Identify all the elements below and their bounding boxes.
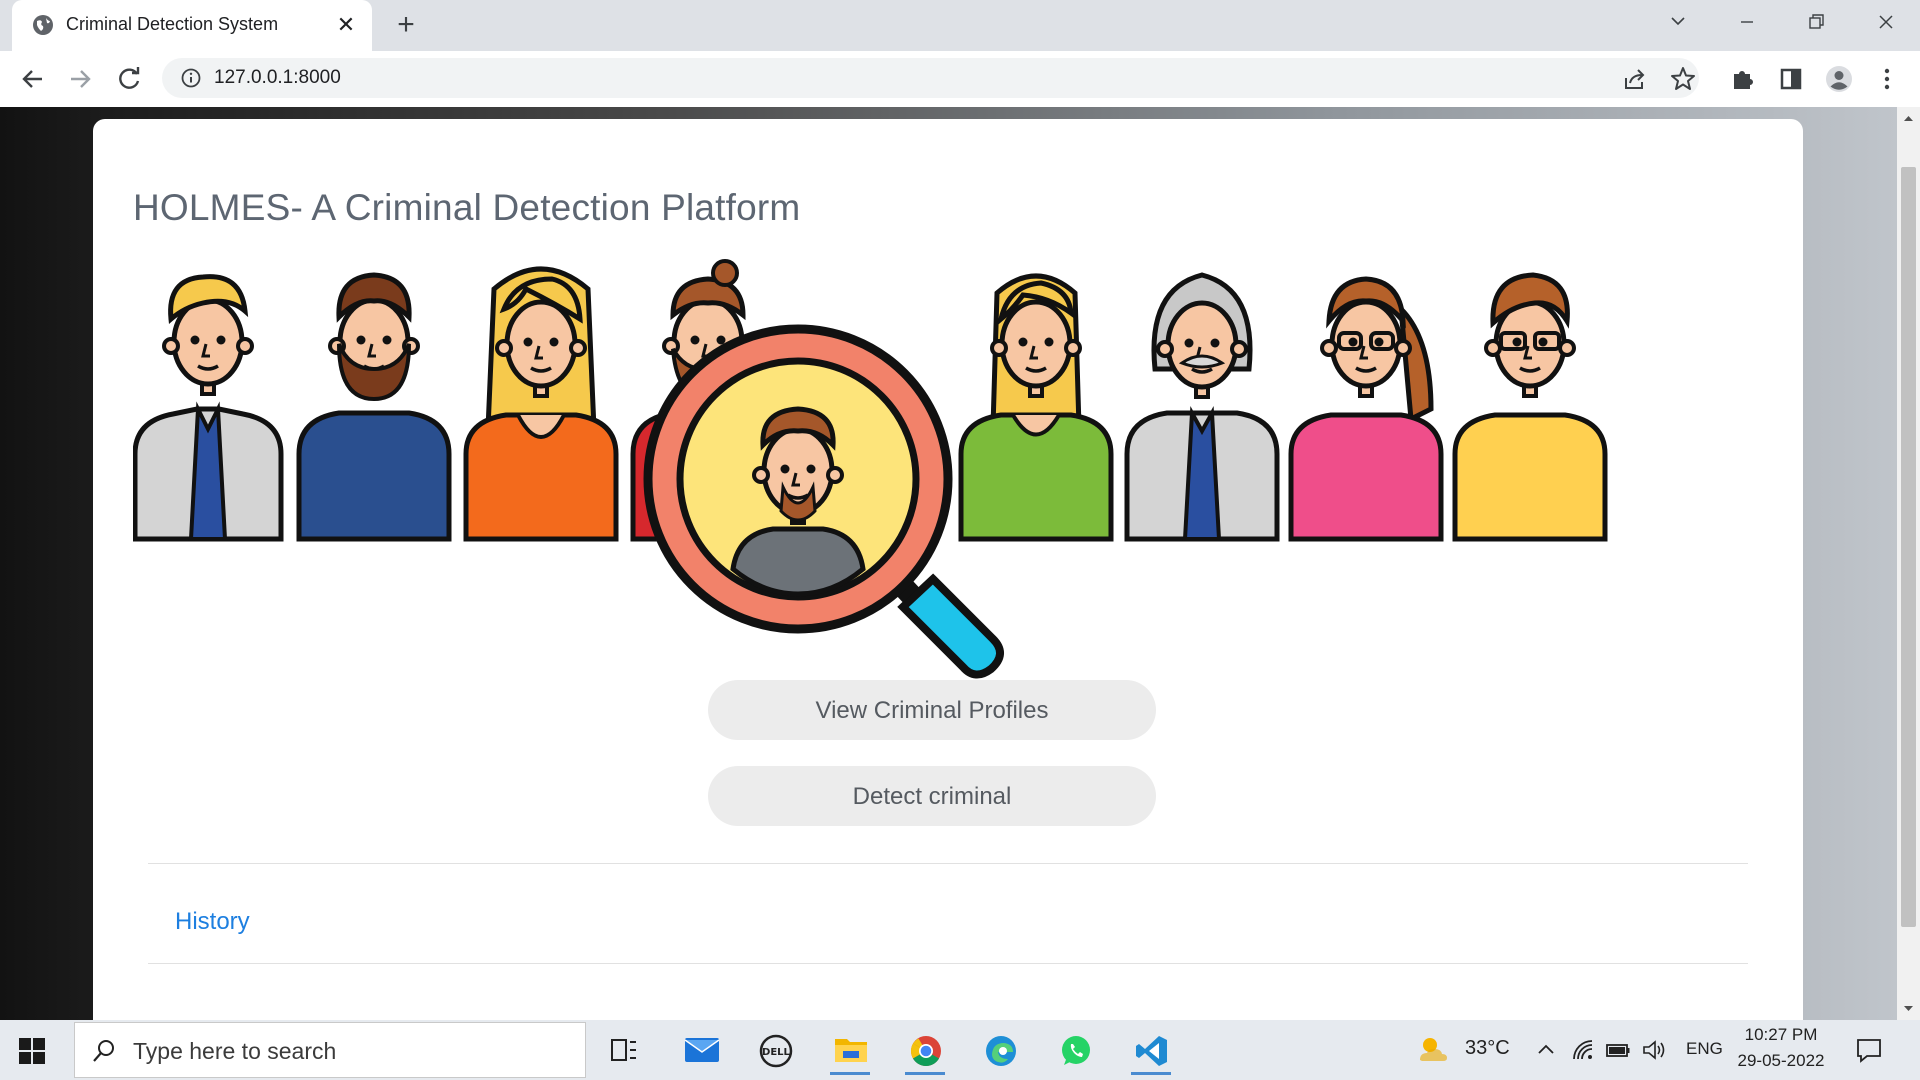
new-tab-button[interactable]: +	[390, 10, 422, 42]
tab-close-icon[interactable]: ✕	[333, 12, 359, 38]
profile-avatar-icon[interactable]	[1824, 64, 1854, 94]
clock-time[interactable]: 10:27 PM	[1740, 1025, 1822, 1045]
page-title: HOLMES- A Criminal Detection Platform	[133, 187, 801, 228]
taskbar-search-box[interactable]: Type here to search	[74, 1022, 586, 1078]
wifi-icon[interactable]	[1570, 1037, 1596, 1063]
volume-icon[interactable]	[1641, 1037, 1667, 1063]
mail-icon[interactable]	[676, 1028, 724, 1072]
suspect-6-icon	[1124, 272, 1280, 542]
input-language[interactable]: ENG	[1686, 1039, 1723, 1059]
task-view-icon[interactable]	[600, 1028, 648, 1072]
tab-search-icon[interactable]	[1656, 6, 1700, 38]
criminal-search-illustration	[133, 259, 1608, 679]
suspect-8-icon	[1452, 272, 1608, 542]
extensions-icon[interactable]	[1728, 64, 1758, 94]
chrome-icon[interactable]	[901, 1028, 949, 1075]
close-window-icon[interactable]	[1864, 6, 1908, 38]
scroll-down-arrow-icon[interactable]	[1897, 1000, 1920, 1016]
page-viewport: HOLMES- A Criminal Detection Platform Vi…	[0, 107, 1897, 1020]
restore-icon[interactable]	[1794, 6, 1838, 38]
vscode-icon[interactable]	[1127, 1028, 1175, 1075]
battery-icon[interactable]	[1605, 1037, 1631, 1063]
divider	[148, 863, 1748, 864]
globe-icon	[33, 15, 53, 35]
clock-date[interactable]: 29-05-2022	[1736, 1051, 1826, 1071]
reload-icon[interactable]	[112, 62, 146, 96]
suspect-5-icon	[958, 273, 1114, 542]
search-placeholder: Type here to search	[133, 1038, 337, 1064]
file-explorer-icon[interactable]	[826, 1028, 874, 1075]
notification-icon[interactable]	[1855, 1036, 1883, 1064]
scroll-up-arrow-icon[interactable]	[1897, 111, 1920, 127]
scroll-thumb[interactable]	[1901, 167, 1916, 927]
dell-icon[interactable]: DELL	[751, 1028, 799, 1072]
view-criminal-profiles-button[interactable]: View Criminal Profiles	[708, 680, 1156, 740]
url-text[interactable]: 127.0.0.1:8000	[214, 67, 341, 89]
history-link[interactable]: History	[175, 908, 250, 936]
side-panel-icon[interactable]	[1776, 64, 1806, 94]
suspect-7-icon	[1288, 276, 1444, 542]
svg-text:DELL: DELL	[762, 1047, 791, 1058]
share-icon[interactable]	[1620, 64, 1650, 94]
search-icon	[93, 1040, 114, 1062]
partly-sunny-icon[interactable]	[1416, 1034, 1450, 1064]
suspect-3-icon	[463, 266, 619, 542]
suspect-1-icon	[133, 274, 284, 542]
edge-icon[interactable]	[976, 1028, 1024, 1072]
forward-arrow-icon[interactable]	[63, 62, 97, 96]
windows-taskbar: Type here to search DELL 33°C ENG 10:27 …	[0, 1020, 1920, 1080]
detect-criminal-button[interactable]: Detect criminal	[708, 766, 1156, 826]
suspect-2-icon	[296, 272, 452, 542]
bookmark-star-icon[interactable]	[1668, 64, 1698, 94]
windows-start-icon[interactable]	[18, 1037, 46, 1065]
chevron-up-icon[interactable]	[1533, 1037, 1559, 1063]
divider	[148, 963, 1748, 964]
whatsapp-icon[interactable]	[1051, 1028, 1099, 1072]
main-card: HOLMES- A Criminal Detection Platform Vi…	[93, 119, 1803, 1020]
site-info-icon[interactable]	[180, 67, 202, 89]
tab-title: Criminal Detection System	[66, 14, 279, 34]
back-arrow-icon[interactable]	[16, 62, 50, 96]
minimize-icon[interactable]	[1725, 6, 1769, 38]
address-bar[interactable]	[162, 58, 1699, 98]
magnifying-glass-icon	[643, 324, 1004, 679]
page-scrollbar[interactable]	[1897, 107, 1920, 1020]
menu-kebab-icon[interactable]	[1872, 64, 1902, 94]
weather-temperature[interactable]: 33°C	[1465, 1037, 1510, 1060]
